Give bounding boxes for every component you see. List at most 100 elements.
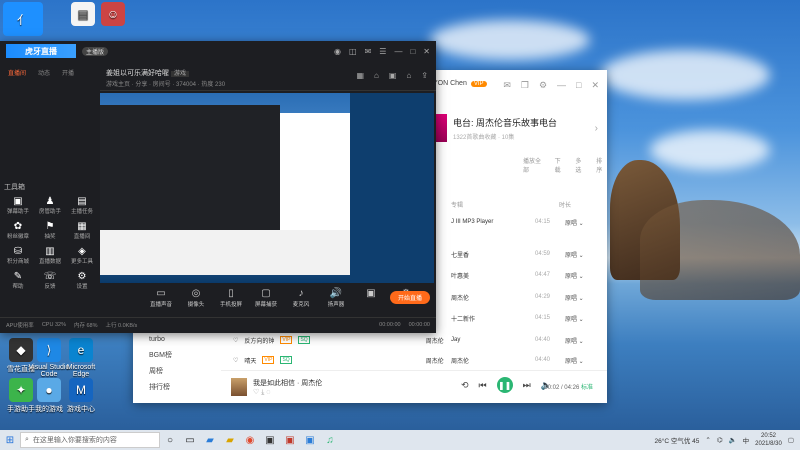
effects-button[interactable]: ▣ [360,288,382,308]
track-artist[interactable]: 周杰伦 [426,336,444,345]
column-album[interactable]: 专辑 [451,200,463,209]
tool-item[interactable]: ▤ 主播任务 [66,196,98,215]
desktop-icon[interactable]: ☺ [92,2,134,28]
chrome-icon[interactable]: ◉ [240,435,260,446]
ime-icon[interactable]: 中 [743,435,750,445]
sound-button[interactable]: ▭ 直播声音 [150,288,172,308]
tool-item[interactable]: ♟ 房管助手 [34,196,66,215]
tab-feed[interactable]: 动态 [38,68,50,77]
comment-icon[interactable]: ◌ [266,389,270,396]
close-button[interactable]: ✕ [591,80,599,91]
table-row[interactable]: J III MP3 Player 04:15 原唱 ⌄ [451,216,591,228]
app-icon[interactable]: ▣ [280,435,300,446]
live-preview[interactable] [100,93,434,283]
desktop-icon[interactable]: e Microsoft Edge [60,338,102,378]
heart-icon[interactable]: ♡ [253,389,259,396]
maximize-button[interactable]: □ [576,80,581,90]
app-icon[interactable]: ▣ [260,435,280,446]
network-icon[interactable]: ⌬ [717,436,723,444]
sort-button[interactable]: 排序 [596,156,607,174]
box-icon[interactable]: ▣ [389,71,397,80]
version-dropdown[interactable]: 原唱 ⌄ [565,293,591,302]
menu-item[interactable]: turbo [133,332,221,348]
version-dropdown[interactable]: 原唱 ⌄ [565,250,591,259]
chevron-up-icon[interactable]: ⌃ [705,436,710,444]
menu-item[interactable]: 排行榜 [133,380,221,396]
music-app-icon[interactable]: ♫ [320,435,340,446]
tool-item[interactable]: ☏ 反馈 [34,271,66,290]
weather-widget[interactable]: 26°C 空气优 45 [655,435,700,445]
minimize-button[interactable]: — [394,47,402,56]
menu-item[interactable]: 周榜 [133,364,221,380]
taskbar-search[interactable]: ⌕ 在这里输入你要搜索的内容 [20,432,160,448]
track-artist[interactable]: 周杰伦 [426,356,444,365]
tool-item[interactable]: ⚙ 设置 [66,271,98,290]
tool-item[interactable]: ◈ 更多工具 [66,246,98,265]
station-header[interactable]: 电台: 周杰伦音乐故事电台 1322首歌曲收藏 · 10集 › [433,110,598,146]
heart-icon[interactable]: ♡ [233,337,238,344]
close-button[interactable]: ✕ [423,47,430,56]
share-icon[interactable]: ⇪ [421,71,428,80]
table-row[interactable]: 周杰伦 04:29 原唱 ⌄ [451,291,591,303]
taskview-icon[interactable]: ▭ [180,435,200,446]
download-button[interactable]: 下载 [555,156,566,174]
tool-item[interactable]: ⛁ 积分商城 [2,246,34,265]
maximize-button[interactable]: □ [410,47,415,56]
download-icon[interactable]: ⤓ [261,389,264,396]
notification-icon[interactable]: ▢ [788,436,794,444]
version-dropdown[interactable]: 原唱 ⌄ [565,271,591,280]
mic-button[interactable]: ♪ 麦克风 [290,288,312,308]
start-live-button[interactable]: 开始直播 [390,291,430,304]
tab-broadcast[interactable]: 开播 [62,68,74,77]
lock-icon[interactable]: ⌂ [374,71,379,80]
tab-room[interactable]: 直播间 [8,68,26,77]
desktop-icon[interactable]: 亻 [2,2,44,38]
quality-button[interactable]: 标准 [581,385,593,391]
task-view-icon[interactable]: ○ [160,435,180,446]
settings-icon[interactable]: ⚙ [539,80,547,91]
speaker-button[interactable]: 🔊 扬声器 [325,288,347,308]
camera-button[interactable]: ◎ 摄像头 [185,288,207,308]
room-tag[interactable]: 游戏 [170,71,189,77]
avatar-icon[interactable]: ◉ [334,47,341,56]
skin-icon[interactable]: ❐ [521,80,529,91]
table-row[interactable]: 十二新作 04:15 原唱 ⌄ [451,312,591,324]
loop-icon[interactable]: ⟲ [461,380,469,391]
play-all-button[interactable]: 播放全部 [523,156,545,174]
column-duration[interactable]: 时长 [559,200,571,209]
folder-icon[interactable]: ▰ [220,435,240,446]
version-dropdown[interactable]: 原唱 ⌄ [565,314,591,323]
clock[interactable]: 20:52 2021/8/30 [755,432,782,448]
album-cover[interactable] [231,378,247,396]
volume-icon[interactable]: 🔈 [729,436,737,444]
previous-icon[interactable]: ⏮ [479,380,487,391]
table-row[interactable]: 叶惠美 04:47 原唱 ⌄ [451,269,591,281]
windows-start-icon[interactable]: ⊞ [0,435,20,446]
tool-item[interactable]: ▥ 直播数据 [34,246,66,265]
user-info[interactable]: YON Chen VIP [433,80,487,87]
next-icon[interactable]: ⏭ [523,380,531,391]
tool-item[interactable]: ✎ 帮助 [2,271,34,290]
heart-icon[interactable]: ♡ [233,357,238,364]
skin-icon[interactable]: ◫ [349,47,357,56]
phone-cast-button[interactable]: ▯ 手机投屏 [220,288,242,308]
version-dropdown[interactable]: 原唱 ⌄ [565,218,591,227]
mail-icon[interactable]: ✉ [503,80,511,91]
menu-icon[interactable]: ☰ [379,47,386,56]
home-icon[interactable]: ⌂ [406,71,411,80]
track-row[interactable]: ♡ 晴天 VIP SQ 周杰伦 [233,353,603,367]
table-row[interactable]: 七里香 04:59 原唱 ⌄ [451,248,591,260]
tool-item[interactable]: ▦ 直播间 [66,221,98,240]
tool-item[interactable]: ▣ 弹幕助手 [2,196,34,215]
tool-item[interactable]: ✿ 粉丝徽章 [2,221,34,240]
mail-icon[interactable]: ✉ [365,47,372,56]
live-app-icon[interactable]: ▣ [300,435,320,446]
grid-icon[interactable]: ▦ [356,71,364,80]
menu-item[interactable]: BGM榜 [133,348,221,364]
track-row[interactable]: ♡ 反方向的钟 VIP SQ 周杰伦 [233,333,603,347]
multi-select-button[interactable]: 多选 [575,156,586,174]
screen-capture-button[interactable]: ▢ 屏幕捕获 [255,288,277,308]
minimize-button[interactable]: — [557,80,566,90]
pause-button[interactable]: ❚❚ [496,377,513,393]
tool-item[interactable]: ⚑ 抽奖 [34,221,66,240]
